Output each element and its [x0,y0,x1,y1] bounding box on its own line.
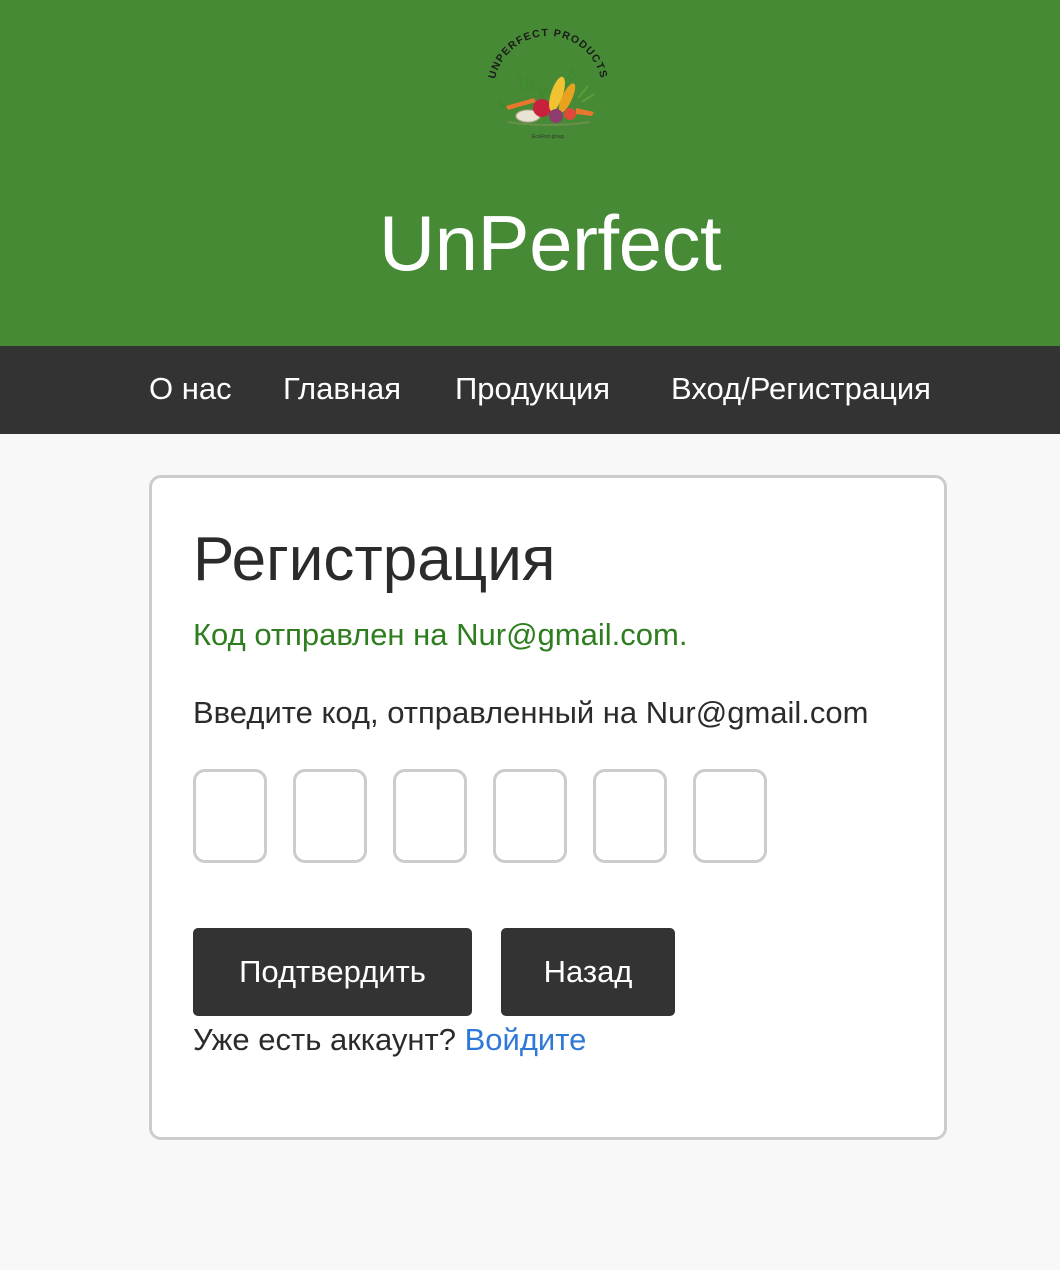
code-digit-6-input[interactable] [693,769,767,863]
login-link[interactable]: Войдите [465,1022,587,1057]
code-digit-3-input[interactable] [393,769,467,863]
nav-item-about[interactable]: О нас [149,346,232,434]
page-title: Регистрация [193,525,556,594]
logo-icon: UNPERFECT PRODUCTS EcoFirst group [486,28,610,140]
confirm-button[interactable]: Подтвердить [193,928,472,1016]
svg-text:UNPERFECT PRODUCTS: UNPERFECT PRODUCTS [486,28,610,80]
site-header: UNPERFECT PRODUCTS EcoFirst group UnPerf… [0,0,1060,346]
nav-item-login-register[interactable]: Вход/Регистрация [671,346,931,434]
back-button[interactable]: Назад [501,928,675,1016]
registration-card: Регистрация Код отправлен на Nur@gmail.c… [149,475,947,1140]
login-prompt-text: Уже есть аккаунт? [193,1022,456,1057]
site-title: UnPerfect [378,199,722,287]
code-digit-5-input[interactable] [593,769,667,863]
code-digit-4-input[interactable] [493,769,567,863]
nav-item-products[interactable]: Продукция [455,346,610,434]
code-sent-message: Код отправлен на Nur@gmail.com. [193,617,688,652]
login-prompt-row: Уже есть аккаунт? Войдите [193,1021,586,1059]
code-digit-1-input[interactable] [193,769,267,863]
code-digit-2-input[interactable] [293,769,367,863]
nav-item-home[interactable]: Главная [283,346,401,434]
code-instruction: Введите код, отправленный на Nur@gmail.c… [193,695,869,730]
main-navbar: О нас Главная Продукция Вход/Регистрация [0,346,1060,434]
svg-text:EcoFirst group: EcoFirst group [532,134,565,140]
